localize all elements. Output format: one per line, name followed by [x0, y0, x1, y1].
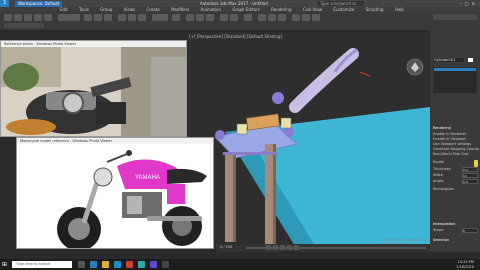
- redo-icon[interactable]: [14, 14, 22, 21]
- select-by-name-icon[interactable]: [94, 14, 102, 21]
- windows-taskbar: ⊞ Type here to search 10:25 PM 1/18/2020: [0, 259, 480, 270]
- 3dsmax-taskbar-icon[interactable]: [138, 261, 145, 268]
- photos-icon[interactable]: [150, 261, 157, 268]
- store-icon[interactable]: [114, 261, 121, 268]
- opt-generate-mapping[interactable]: Generate Mapping Coords.: [433, 147, 480, 151]
- taskbar-search[interactable]: Type here to search: [12, 261, 72, 268]
- pivot-icon[interactable]: [172, 14, 180, 21]
- steps-field[interactable]: 6: [462, 228, 478, 233]
- app-logo-icon[interactable]: 3: [0, 0, 9, 7]
- layer-explorer-icon[interactable]: [244, 14, 252, 21]
- align-icon[interactable]: [230, 14, 238, 21]
- rendered-frame-window-icon[interactable]: [302, 14, 310, 21]
- curve-editor-icon[interactable]: [258, 14, 266, 21]
- goto-start-icon[interactable]: [266, 245, 271, 250]
- section-interpolation[interactable]: Interpolation: [433, 222, 455, 226]
- system-clock[interactable]: 10:25 PM 1/18/2020: [456, 260, 474, 269]
- workspace-selector[interactable]: Workspaces: Default: [15, 0, 63, 7]
- clock-date: 1/18/2020: [456, 264, 474, 269]
- section-selection[interactable]: Selection: [433, 238, 449, 242]
- unlink-icon[interactable]: [34, 14, 42, 21]
- motorcycle-model-render: YAMAHA: [17, 144, 213, 248]
- cursor-marker: [474, 160, 478, 167]
- start-button-icon[interactable]: ⊞: [2, 261, 9, 268]
- modifier-stack[interactable]: [433, 67, 477, 93]
- search-input[interactable]: Type a keyword or phrase: [318, 1, 364, 11]
- svg-text:YAMAHA: YAMAHA: [135, 175, 160, 181]
- undo-icon[interactable]: [4, 14, 12, 21]
- angle-snap-icon[interactable]: [196, 14, 204, 21]
- selection-filter-dropdown[interactable]: [58, 14, 80, 21]
- sides-field[interactable]: 12: [462, 173, 478, 178]
- opt-use-viewport-settings[interactable]: Use Viewport settings: [433, 142, 471, 146]
- fork-leg-right: [265, 144, 273, 244]
- next-frame-icon[interactable]: [287, 245, 292, 250]
- opt-enable-in-renderer[interactable]: Enable In Renderer: [433, 132, 466, 136]
- rotate-icon[interactable]: [128, 14, 136, 21]
- photo-viewer-window[interactable]: Reference photo - Windows Photo Viewer: [0, 40, 187, 137]
- window-controls[interactable]: –□✕: [460, 1, 478, 6]
- percent-snap-icon[interactable]: [206, 14, 214, 21]
- sides-label: Sides:: [433, 173, 444, 177]
- steps-label: Steps:: [433, 228, 444, 232]
- motorcycle-photo: [1, 47, 186, 136]
- material-editor-icon[interactable]: [278, 14, 286, 21]
- file-explorer-icon[interactable]: [102, 261, 109, 268]
- mirror-icon[interactable]: [220, 14, 228, 21]
- opt-real-world-map-size[interactable]: Real-World Map Size: [433, 152, 469, 156]
- thickness-field[interactable]: 2.0: [462, 167, 478, 172]
- knob-right: [284, 127, 294, 137]
- title-bar: 3 Workspaces: Default Autodesk 3ds Max 2…: [0, 0, 480, 11]
- select-object-icon[interactable]: [84, 14, 92, 21]
- link-icon[interactable]: [24, 14, 32, 21]
- rectangular-option[interactable]: Rectangular: [433, 187, 454, 191]
- model-viewer-window[interactable]: Motorcycle model reference - Windows Pho…: [16, 137, 214, 249]
- perspective-viewport[interactable]: [+] [Perspective] [Standard] [Default Sh…: [185, 32, 430, 246]
- playback-controls: [266, 245, 326, 250]
- fork-leg-left: [225, 152, 233, 242]
- object-color-swatch[interactable]: [468, 58, 473, 62]
- move-icon[interactable]: [118, 14, 126, 21]
- scale-icon[interactable]: [138, 14, 146, 21]
- opt-enable-in-viewport[interactable]: Enable In Viewport: [433, 137, 466, 141]
- command-panel: Cylinder001 Rendering Enable In Renderer…: [430, 12, 480, 252]
- task-view-icon[interactable]: [78, 261, 85, 268]
- prev-frame-icon[interactable]: [273, 245, 278, 250]
- goto-end-icon[interactable]: [294, 245, 299, 250]
- play-icon[interactable]: [280, 245, 285, 250]
- edge-icon[interactable]: [90, 261, 97, 268]
- clock-time: 10:25 PM: [457, 260, 474, 264]
- knob-left: [272, 92, 284, 104]
- angle-field[interactable]: 0.0: [462, 179, 478, 184]
- ribbon-tabs[interactable]: [4, 23, 44, 28]
- reference-coordinate-dropdown[interactable]: [152, 14, 168, 21]
- main-toolbar: [0, 12, 430, 30]
- chrome-icon[interactable]: [126, 261, 133, 268]
- command-panel-tabs[interactable]: [433, 14, 477, 20]
- region-select-icon[interactable]: [104, 14, 112, 21]
- angle-label: Angle:: [433, 179, 445, 183]
- frame-counter: 0 / 100: [220, 245, 233, 249]
- thickness-label: Thickness:: [433, 167, 452, 171]
- render-setup-icon[interactable]: [292, 14, 300, 21]
- schematic-view-icon[interactable]: [268, 14, 276, 21]
- object-name-field[interactable]: Cylinder001: [433, 58, 464, 62]
- section-rendering[interactable]: Rendering: [433, 126, 451, 130]
- render-production-icon[interactable]: [312, 14, 320, 21]
- radial-option[interactable]: Radial: [433, 160, 444, 164]
- viewport-scene: [214, 48, 430, 246]
- snap-icon[interactable]: [186, 14, 194, 21]
- bind-space-warp-icon[interactable]: [44, 14, 52, 21]
- window-title: Autodesk 3ds Max 2017 - Untitled: [200, 1, 268, 6]
- app-icon[interactable]: [162, 261, 169, 268]
